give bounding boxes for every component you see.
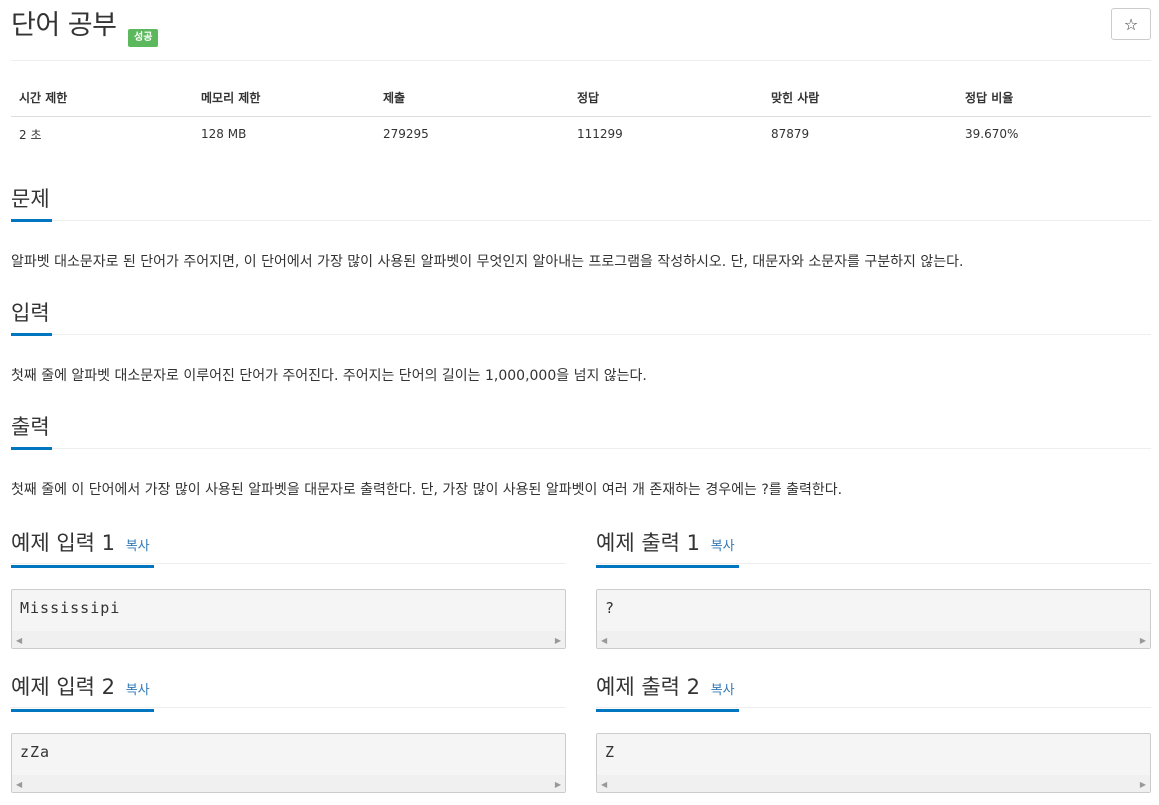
horizontal-scrollbar[interactable]: ◀ ▶ bbox=[597, 775, 1150, 792]
header-ratio: 정답 비율 bbox=[957, 80, 1151, 117]
example-output-2-value: Z bbox=[605, 743, 616, 761]
scroll-left-icon[interactable]: ◀ bbox=[16, 780, 22, 789]
copy-input-2-link[interactable]: 복사 bbox=[126, 683, 150, 698]
scroll-right-icon[interactable]: ▶ bbox=[555, 636, 561, 645]
example-output-1-box: ? ◀ ▶ bbox=[596, 589, 1151, 649]
example-input-2-box: zZa ◀ ▶ bbox=[11, 733, 566, 793]
example-input-1-header: 예제 입력 1 복사 bbox=[11, 527, 566, 568]
scroll-right-icon[interactable]: ▶ bbox=[1140, 780, 1146, 789]
example-input-2-value: zZa bbox=[20, 743, 51, 761]
status-badge: 성공 bbox=[128, 29, 159, 47]
input-section-header: 입력 bbox=[11, 295, 1151, 336]
header-solvers: 맞힌 사람 bbox=[763, 80, 957, 117]
scroll-left-icon[interactable]: ◀ bbox=[601, 636, 607, 645]
output-description: 첫째 줄에 이 단어에서 가장 많이 사용된 알파벳을 대문자로 출력한다. 단… bbox=[11, 482, 843, 498]
horizontal-scrollbar[interactable]: ◀ ▶ bbox=[597, 631, 1150, 648]
example-output-2-header: 예제 출력 2 복사 bbox=[596, 671, 1151, 712]
star-icon: ☆ bbox=[1123, 14, 1139, 34]
input-section-title: 입력 bbox=[11, 295, 52, 336]
example-output-1-header: 예제 출력 1 복사 bbox=[596, 527, 1151, 568]
problem-title: 단어 공부 bbox=[11, 10, 117, 41]
scroll-right-icon[interactable]: ▶ bbox=[555, 780, 561, 789]
header-time-limit: 시간 제한 bbox=[11, 80, 193, 117]
time-limit-value: 2 초 bbox=[19, 127, 42, 142]
header-accepted: 정답 bbox=[569, 80, 763, 117]
header-memory-limit: 메모리 제한 bbox=[193, 80, 375, 117]
problem-info-table: 시간 제한 메모리 제한 제출 정답 맞힌 사람 정답 비율 2 초 128 M… bbox=[11, 80, 1151, 152]
scroll-left-icon[interactable]: ◀ bbox=[601, 780, 607, 789]
example-input-2-title: 예제 입력 2 bbox=[11, 675, 115, 699]
table-row: 2 초 128 MB 279295 111299 87879 39.670% bbox=[11, 116, 1151, 152]
solvers-value: 87879 bbox=[771, 127, 810, 142]
memory-limit-value: 128 MB bbox=[201, 127, 247, 142]
output-section-title: 출력 bbox=[11, 409, 52, 450]
table-header-row: 시간 제한 메모리 제한 제출 정답 맞힌 사람 정답 비율 bbox=[11, 80, 1151, 117]
horizontal-scrollbar[interactable]: ◀ ▶ bbox=[12, 775, 565, 792]
submissions-value: 279295 bbox=[383, 127, 429, 142]
problem-description: 알파벳 대소문자로 된 단어가 주어지면, 이 단어에서 가장 많이 사용된 알… bbox=[11, 254, 964, 270]
example-input-1-title: 예제 입력 1 bbox=[11, 531, 115, 555]
example-input-1-box: Mississipi ◀ ▶ bbox=[11, 589, 566, 649]
scroll-left-icon[interactable]: ◀ bbox=[16, 636, 22, 645]
example-output-1-value: ? bbox=[605, 599, 616, 617]
example-output-1-title: 예제 출력 1 bbox=[596, 531, 700, 555]
example-input-1-value: Mississipi bbox=[20, 599, 121, 617]
output-section-header: 출력 bbox=[11, 409, 1151, 450]
accepted-value: 111299 bbox=[577, 127, 623, 142]
problem-header: 단어 공부 성공 ☆ bbox=[11, 8, 1151, 50]
horizontal-scrollbar[interactable]: ◀ ▶ bbox=[12, 631, 565, 648]
example-output-2-box: Z ◀ ▶ bbox=[596, 733, 1151, 793]
example-output-2-title: 예제 출력 2 bbox=[596, 675, 700, 699]
copy-input-1-link[interactable]: 복사 bbox=[126, 539, 150, 554]
example-input-2-header: 예제 입력 2 복사 bbox=[11, 671, 566, 712]
scroll-right-icon[interactable]: ▶ bbox=[1140, 636, 1146, 645]
copy-output-1-link[interactable]: 복사 bbox=[711, 539, 735, 554]
input-description: 첫째 줄에 알파벳 대소문자로 이루어진 단어가 주어진다. 주어지는 단어의 … bbox=[11, 368, 647, 384]
title-divider bbox=[11, 60, 1151, 61]
favorite-button[interactable]: ☆ bbox=[1111, 8, 1151, 40]
header-submissions: 제출 bbox=[375, 80, 569, 117]
problem-section-title: 문제 bbox=[11, 181, 52, 222]
ratio-value: 39.670% bbox=[965, 127, 1019, 142]
problem-section-header: 문제 bbox=[11, 181, 1151, 222]
copy-output-2-link[interactable]: 복사 bbox=[711, 683, 735, 698]
